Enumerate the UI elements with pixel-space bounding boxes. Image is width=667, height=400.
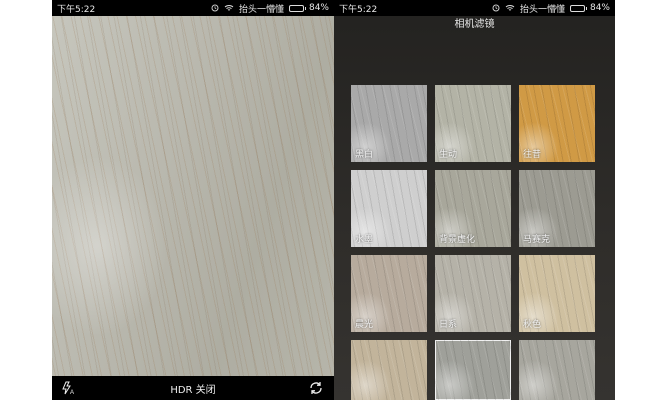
filter-tile[interactable] [519, 340, 595, 400]
filter-preview-glare [519, 360, 559, 400]
filter-label: 马赛克 [523, 235, 551, 245]
filter-tile[interactable]: 生动 [435, 85, 511, 162]
carrier-label: 抬头一懵懂 [238, 4, 284, 15]
camera-switch-icon[interactable] [308, 380, 324, 396]
battery-percent: 84% [589, 3, 610, 13]
status-bar: 下午5:22 抬头一懵懂 84% [334, 0, 615, 16]
carrier-label: 抬头一懵懂 [519, 4, 565, 15]
filter-label: 日系 [439, 320, 458, 330]
battery-percent: 84% [308, 3, 329, 13]
filter-tile[interactable]: 水墨 [351, 170, 427, 247]
viewfinder[interactable] [52, 16, 334, 376]
filter-grid: 黑白 生动 往昔水墨 背景虚化 马赛克晨光 日系 秋色 [351, 85, 599, 400]
filters-title: 相机滤镜 [454, 19, 495, 30]
filter-label: 秋色 [523, 320, 542, 330]
filter-label: 黑白 [355, 150, 374, 160]
status-time: 下午5:22 [57, 4, 96, 15]
filter-tile[interactable]: 往昔 [519, 85, 595, 162]
filter-label: 往昔 [523, 150, 542, 160]
battery-icon [569, 4, 587, 12]
filter-label: 水墨 [355, 235, 374, 245]
filter-tile[interactable]: 秋色 [519, 255, 595, 332]
camera-control-bar: A HDR 关闭 [52, 376, 334, 400]
hdr-toggle-button[interactable]: HDR 关闭 [52, 381, 334, 396]
wifi-icon [505, 4, 515, 12]
filters-screen: 下午5:22 抬头一懵懂 84% 相机滤镜 黑白 生动 往昔水墨 背景虚化 马赛克晨光 日… [334, 0, 615, 400]
filter-label: 背景虚化 [439, 235, 476, 245]
filter-tile[interactable]: 马赛克 [519, 170, 595, 247]
wifi-icon [224, 4, 234, 12]
filter-tile[interactable] [435, 340, 511, 400]
filter-tile[interactable]: 黑白 [351, 85, 427, 162]
status-time: 下午5:22 [339, 4, 378, 15]
alarm-icon [492, 4, 500, 12]
filter-tile[interactable]: 背景虚化 [435, 170, 511, 247]
filter-tile[interactable]: 日系 [435, 255, 511, 332]
status-bar: 下午5:22 抬头一懵懂 84% [52, 0, 334, 16]
battery-icon [288, 4, 306, 12]
filter-preview-glare [435, 360, 475, 400]
alarm-icon [211, 4, 219, 12]
filter-label: 生动 [439, 150, 458, 160]
filter-tile[interactable] [351, 340, 427, 400]
filter-label: 晨光 [355, 320, 374, 330]
camera-screen: 下午5:22 抬头一懵懂 84% A HDR 关闭 [52, 0, 334, 400]
filter-preview-glare [351, 360, 391, 400]
filter-tile[interactable]: 晨光 [351, 255, 427, 332]
